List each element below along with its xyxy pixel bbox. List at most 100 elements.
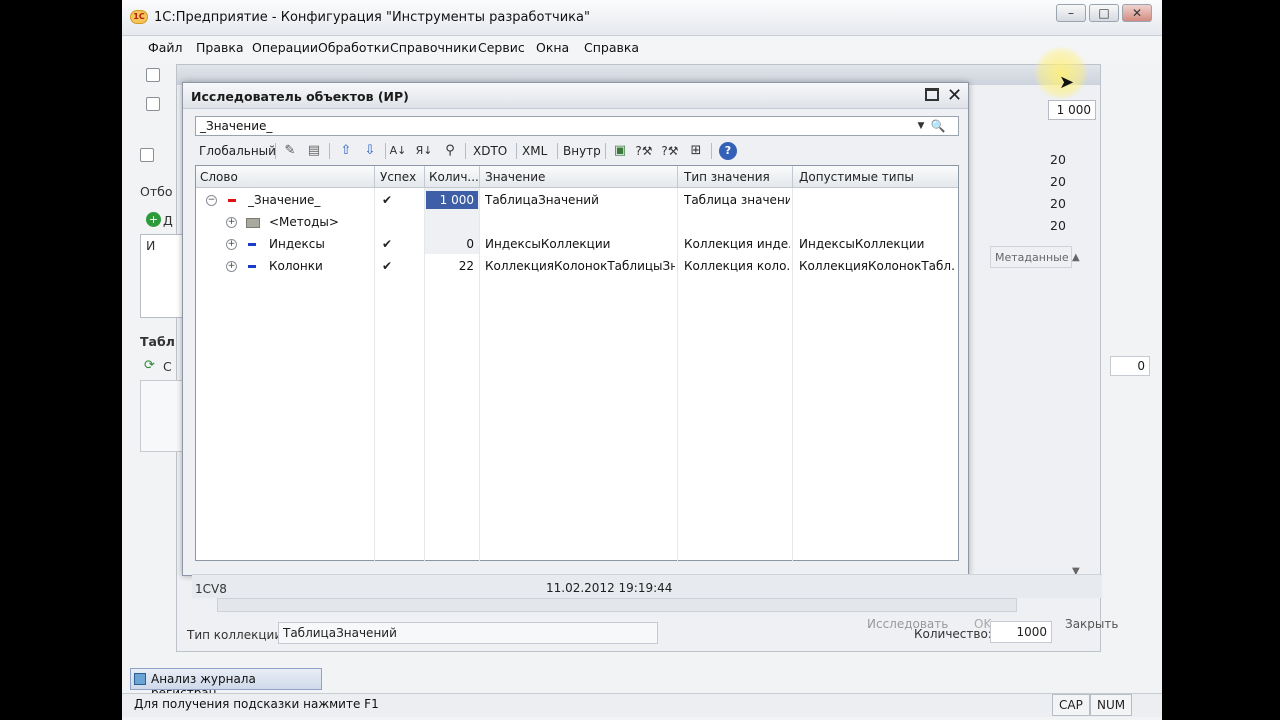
column-count[interactable]: Колич... xyxy=(429,170,479,184)
table-row[interactable]: + Колонки ✔ 22 КоллекцияКолонокТаблицыЗн… xyxy=(196,256,958,278)
pencil-icon[interactable]: ✎ xyxy=(281,142,299,160)
collection-type-field[interactable]: ТаблицаЗначений xyxy=(278,622,658,644)
row-type: Коллекция коло... xyxy=(684,259,790,273)
success-check-icon: ✔ xyxy=(382,193,393,207)
menu-catalogs[interactable]: Справочники xyxy=(390,40,477,55)
expand-icon[interactable]: + xyxy=(226,239,237,250)
bg-label-i: И xyxy=(146,238,156,253)
row-type: Коллекция инде... xyxy=(684,237,790,251)
bg-value-3: 20 xyxy=(1050,196,1066,211)
refresh-icon[interactable]: ⟳ xyxy=(144,358,155,373)
row-allowed: ИндексыКоллекции xyxy=(799,237,925,251)
dropdown-arrow-icon[interactable]: ▼ xyxy=(914,117,928,135)
header-separator xyxy=(479,166,480,188)
row-value: ТаблицаЗначений xyxy=(485,193,599,207)
toolbar-separator xyxy=(465,143,466,159)
success-check-icon: ✔ xyxy=(382,237,393,251)
header-separator xyxy=(374,166,375,188)
bg-horizontal-scrollbar[interactable] xyxy=(217,598,1017,612)
num-lock-indicator: NUM xyxy=(1090,694,1133,716)
row-word: _Значение_ xyxy=(248,193,321,207)
column-value-type[interactable]: Тип значения xyxy=(684,170,770,184)
list-icon[interactable] xyxy=(146,97,160,111)
bg-label-c: С xyxy=(163,359,172,374)
run-icon[interactable]: ▣ xyxy=(611,142,629,160)
menu-processing[interactable]: Обработки xyxy=(318,40,389,55)
toolbar-separator xyxy=(711,143,712,159)
xml-button[interactable]: XML xyxy=(522,144,547,158)
toolbar-separator xyxy=(275,143,276,159)
menu-file[interactable]: Файл xyxy=(148,40,183,55)
table-row[interactable]: + <Методы> xyxy=(196,212,958,234)
global-button[interactable]: Глобальный xyxy=(199,144,276,158)
expression-input[interactable]: _Значение_ xyxy=(195,116,959,136)
journal-icon xyxy=(134,673,146,685)
bg-quantity-value: 1 000 xyxy=(1048,100,1096,120)
column-value[interactable]: Значение xyxy=(485,170,545,184)
search-icon[interactable]: 🔍 xyxy=(929,117,947,135)
toolbar-separator xyxy=(329,143,330,159)
success-check-icon: ✔ xyxy=(382,259,393,273)
close-window-button[interactable]: ✕ xyxy=(1122,4,1152,22)
xdto-button[interactable]: XDTO xyxy=(473,144,507,158)
column-success[interactable]: Успех xyxy=(380,170,416,184)
toolbar-separator xyxy=(385,143,386,159)
bg-scroll-up-icon[interactable]: ▲ xyxy=(1072,252,1080,263)
table-row[interactable]: − _Значение_ ✔ 1 000 ТаблицаЗначений Таб… xyxy=(196,190,958,212)
property-marker-icon xyxy=(248,243,256,246)
save-icon[interactable]: ▤ xyxy=(305,142,323,160)
sort-ascending-icon[interactable]: A↓ xyxy=(389,142,407,160)
edit-icon[interactable] xyxy=(140,148,154,162)
app-logo-icon: 1С xyxy=(130,10,148,24)
bg-left-grid xyxy=(140,380,185,452)
menu-edit[interactable]: Правка xyxy=(196,40,244,55)
new-window-icon[interactable]: ⊞ xyxy=(687,142,705,160)
find-all-icon[interactable]: ?⚒ xyxy=(661,142,679,160)
add-icon[interactable]: + xyxy=(146,212,161,227)
row-value: ИндексыКоллекции xyxy=(485,237,611,251)
header-separator xyxy=(792,166,793,188)
row-count-selected[interactable]: 1 000 xyxy=(426,191,478,209)
row-word: Индексы xyxy=(269,237,325,251)
value-marker-icon xyxy=(228,199,236,202)
move-up-icon[interactable]: ⇧ xyxy=(337,142,355,160)
toolbar-separator xyxy=(605,143,606,159)
sort-descending-icon[interactable]: Я↓ xyxy=(415,142,433,160)
internal-button[interactable]: Внутр xyxy=(563,144,601,158)
dialog-close-icon[interactable]: ✕ xyxy=(947,85,962,106)
toolbar-separator xyxy=(557,143,558,159)
minimize-button[interactable]: – xyxy=(1056,4,1086,22)
collapse-icon[interactable]: − xyxy=(206,195,217,206)
dialog-maximize-icon[interactable] xyxy=(925,88,939,101)
menu-help[interactable]: Справка xyxy=(584,40,639,55)
bg-row-text: 1CV8 xyxy=(195,582,227,596)
column-word[interactable]: Слово xyxy=(200,170,238,184)
dialog-title: Исследователь объектов (ИР) xyxy=(191,89,409,104)
bg-right-zero: 0 xyxy=(1110,356,1150,376)
new-document-icon[interactable] xyxy=(146,68,160,82)
table-row[interactable]: + Индексы ✔ 0 ИндексыКоллекции Коллекция… xyxy=(196,234,958,256)
bg-label-add: Д xyxy=(163,213,173,228)
column-allowed-types[interactable]: Допустимые типы xyxy=(799,170,914,184)
filter-icon[interactable]: ⚲ xyxy=(441,142,459,160)
bg-value-1: 20 xyxy=(1050,152,1066,167)
menu-windows[interactable]: Окна xyxy=(536,40,569,55)
menu-service[interactable]: Сервис xyxy=(478,40,525,55)
status-hint: Для получения подсказки нажмите F1 xyxy=(134,697,379,711)
move-down-icon[interactable]: ⇩ xyxy=(361,142,379,160)
find-references-icon[interactable]: ?⚒ xyxy=(635,142,653,160)
help-icon[interactable]: ? xyxy=(719,142,737,160)
header-separator xyxy=(424,166,425,188)
quantity-label: Количество: xyxy=(914,627,992,641)
main-window-title: 1С:Предприятие - Конфигурация "Инструмен… xyxy=(154,10,590,25)
maximize-button[interactable]: □ xyxy=(1089,4,1119,22)
bg-value-4: 20 xyxy=(1050,218,1066,233)
bg-label-filter: Отбо xyxy=(140,184,173,199)
taskbar-window-button[interactable]: Анализ журнала регистрац... xyxy=(130,668,322,700)
menu-operations[interactable]: Операции xyxy=(252,40,318,55)
expand-icon[interactable]: + xyxy=(226,217,237,228)
close-button[interactable]: Закрыть xyxy=(1065,617,1118,631)
bg-metadata-header: Метаданные xyxy=(990,246,1072,268)
expand-icon[interactable]: + xyxy=(226,261,237,272)
quantity-field[interactable]: 1000 xyxy=(990,621,1052,643)
